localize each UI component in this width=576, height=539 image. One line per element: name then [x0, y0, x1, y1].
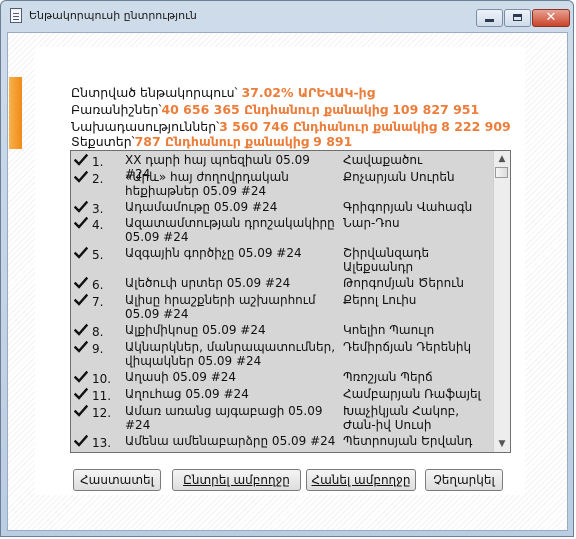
- item-title: Ազատամտության դրոշակակիրը 05.09 #24: [125, 216, 335, 244]
- checkmark-icon[interactable]: [74, 293, 88, 307]
- item-author: Նար-Դոս: [343, 216, 400, 230]
- checkmark-icon[interactable]: [74, 323, 88, 337]
- words-label: Բառանիշներ՝: [71, 102, 162, 117]
- item-number: 6.: [92, 278, 104, 292]
- item-author: Պռոշյան Պերճ: [343, 370, 433, 384]
- select-all-button[interactable]: Ընտրել ամբողջը: [172, 469, 301, 491]
- title-bar[interactable]: Ենթակորպուսի ընտրություն ✕: [1, 1, 573, 31]
- item-title: Ալիսը հրաշքների աշխարհում 05.09 #24: [125, 293, 316, 321]
- checkmark-icon[interactable]: [74, 276, 88, 290]
- item-author: Քոչարյան Սուրեն: [343, 170, 455, 184]
- item-number: 11.: [92, 389, 112, 403]
- subcorpus-list[interactable]: 1. XX դարի հայ պոեզիան 05.09 #24 Հավաքածու…: [70, 150, 511, 453]
- checkmark-icon[interactable]: [74, 404, 88, 418]
- checkmark-icon[interactable]: [74, 170, 88, 184]
- item-author: Համբարյան Ռաֆայել: [343, 387, 481, 401]
- sentences-value: 3 560 746 Ընդհանուր քանակից 8 222 909: [219, 119, 511, 134]
- scroll-thumb[interactable]: [495, 167, 508, 178]
- accent-strip: [9, 77, 22, 149]
- checkmark-icon[interactable]: [74, 216, 88, 230]
- minimize-button[interactable]: [476, 9, 503, 27]
- close-button[interactable]: ✕: [532, 9, 570, 27]
- item-title: Ալեծուփ սրտեր 05.09 #24: [125, 276, 291, 290]
- item-author: Կոելիո Պաուլո: [343, 323, 435, 337]
- item-number: 5.: [92, 248, 104, 262]
- item-author: Շիրվանզադե Ալեքսանդր: [343, 246, 430, 274]
- checkmark-icon[interactable]: [74, 340, 88, 354]
- selected-subcorpus-line: Ընտրված ենթակորպուս՝ 37.02% ԱՐԵՎԱԿ-ից: [71, 85, 375, 101]
- item-title: «Արև» հայ ժողովրդական հեքիաթներ 05.09 #2…: [125, 170, 289, 198]
- checkmark-icon[interactable]: [74, 246, 88, 260]
- item-number: 3.: [92, 202, 104, 216]
- item-number: 9.: [92, 342, 104, 356]
- item-author: Պետրոսյան Երվանդ: [343, 434, 473, 448]
- item-author: Թորգոմյան Ծերուն: [343, 276, 464, 290]
- selected-subcorpus-label: Ընտրված ենթակորպուս՝: [71, 85, 242, 100]
- words-value: 40 656 365 Ընդհանուր քանակից 109 827 951: [161, 102, 480, 117]
- item-title: Աղուհաց 05.09 #24: [125, 387, 249, 401]
- item-number: 7.: [92, 295, 104, 309]
- item-title: Ամառ առանց այգաբացի 05.09 #24: [125, 404, 323, 432]
- window-title: Ենթակորպուսի ընտրություն: [29, 9, 197, 22]
- words-line: Բառանիշներ՝40 656 365 Ընդհանուր քանակից …: [71, 102, 479, 118]
- item-number: 8.: [92, 325, 104, 339]
- item-title: Ակնարկներ, մանրապատումներ, վիպակներ 05.0…: [125, 340, 336, 368]
- sentences-line: Նախադասություններ՝3 560 746 Ընդհանուր քա…: [71, 119, 511, 135]
- item-author: Քերոլ Լուիս: [343, 293, 417, 307]
- item-number: 13.: [92, 436, 112, 450]
- texts-label: Տեքստեր՝: [71, 134, 135, 149]
- item-number: 12.: [92, 406, 112, 420]
- item-title: Ադամամութը 05.09 #24: [125, 200, 278, 214]
- deselect-all-button[interactable]: Հանել ամբողջը: [306, 469, 416, 491]
- list-scrollbar[interactable]: ▲ ▼: [493, 151, 510, 452]
- sentences-label: Նախադասություններ՝: [71, 119, 220, 134]
- minimize-icon: [485, 19, 494, 22]
- document-icon: [10, 8, 22, 23]
- item-title: Ամենա ամենաբարձրը 05.09 #24: [125, 434, 336, 448]
- confirm-button[interactable]: Հաստատել: [73, 469, 161, 491]
- checkmark-icon[interactable]: [74, 370, 88, 384]
- scroll-up-icon[interactable]: ▲: [494, 151, 510, 167]
- checkmark-icon[interactable]: [74, 153, 88, 167]
- item-author: Հավաքածու: [343, 153, 423, 167]
- scroll-down-icon[interactable]: ▼: [494, 436, 510, 452]
- cancel-button[interactable]: Չեղարկել: [425, 469, 503, 491]
- close-icon: ✕: [545, 10, 557, 25]
- item-title: Ալքիմիկոսը 05.09 #24: [125, 323, 266, 337]
- item-number: 10.: [92, 372, 112, 386]
- item-number: 2.: [92, 172, 104, 186]
- item-number: 4.: [92, 218, 104, 232]
- selected-subcorpus-value: 37.02% ԱՐԵՎԱԿ-ից: [241, 85, 375, 100]
- texts-value: 787 Ընդհանուր քանակից 9 891: [134, 134, 353, 149]
- dialog-window: Ենթակորպուսի ընտրություն ✕ Ընտրված ենթակ…: [0, 0, 574, 537]
- item-author: Դեմիրճյան Դերենիկ: [343, 340, 472, 354]
- checkmark-icon[interactable]: [74, 434, 88, 448]
- item-title: Աղասի 05.09 #24: [125, 370, 237, 384]
- item-title: Ազգային գործիչը 05.09 #24: [125, 246, 302, 260]
- texts-line: Տեքստեր՝787 Ընդհանուր քանակից 9 891: [71, 134, 352, 150]
- checkmark-icon[interactable]: [74, 200, 88, 214]
- item-author: Գրիգորյան Վահագն: [343, 200, 473, 214]
- checkmark-icon[interactable]: [74, 387, 88, 401]
- item-number: 1.: [92, 155, 104, 169]
- maximize-icon: [513, 14, 522, 21]
- maximize-button[interactable]: [504, 9, 531, 27]
- item-author: Խաչիկյան Հակոբ, Ժան-իվ Սուսի: [343, 404, 460, 432]
